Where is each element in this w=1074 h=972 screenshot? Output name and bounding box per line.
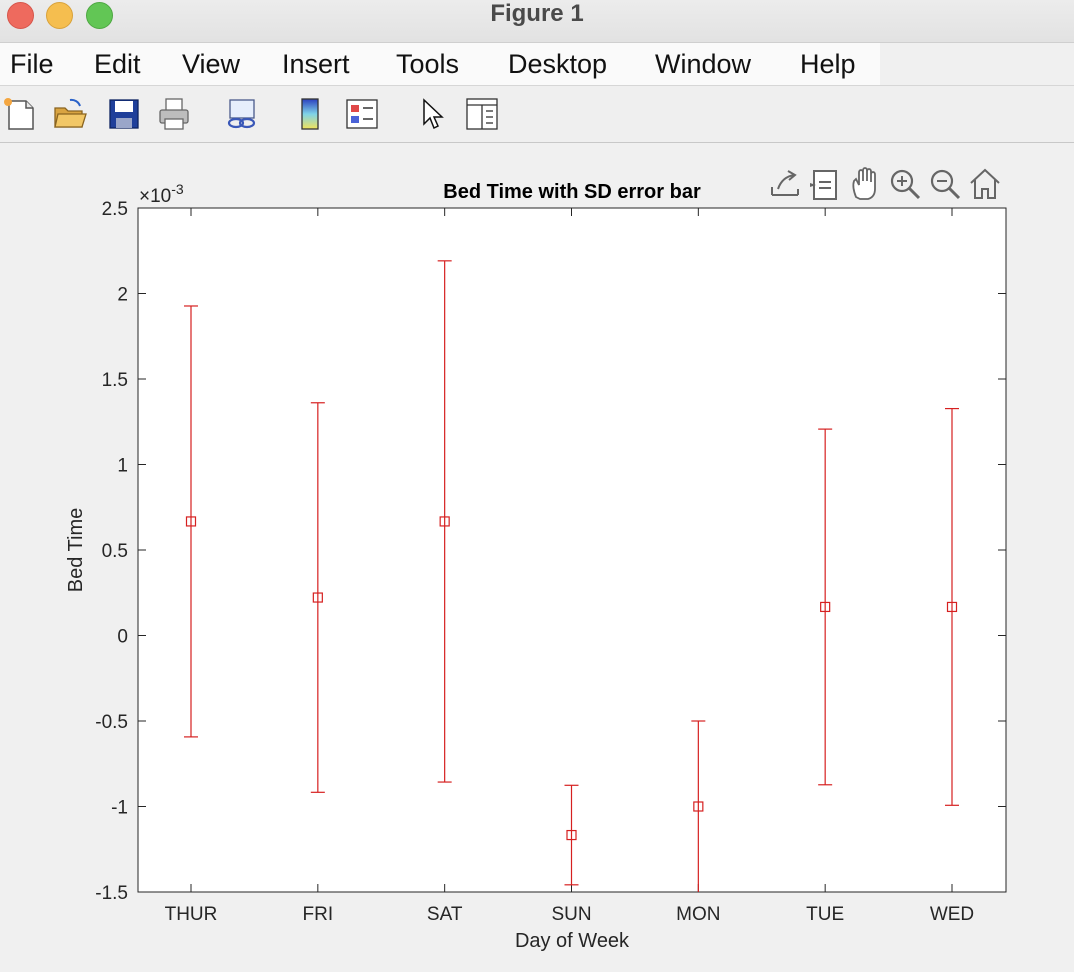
x-axis-label: Day of Week xyxy=(515,930,630,952)
y-tick-label: 0.5 xyxy=(102,541,128,562)
chart-title: Bed Time with SD error bar xyxy=(443,181,701,203)
menu-edit[interactable]: Edit xyxy=(94,43,141,85)
legend-icon[interactable] xyxy=(344,96,380,132)
y-axis-label: Bed Time xyxy=(65,508,87,592)
y-tick-label: 0 xyxy=(117,627,128,648)
x-tick-label: SUN xyxy=(551,904,591,925)
colorbar-icon[interactable] xyxy=(292,96,328,132)
link-plot-icon[interactable] xyxy=(224,96,260,132)
y-tick-label: -1 xyxy=(111,798,128,819)
window-title: Figure 1 xyxy=(490,0,584,27)
y-tick-label: -1.5 xyxy=(95,883,128,904)
x-tick-label: FRI xyxy=(303,904,334,925)
x-tick-label: MON xyxy=(676,904,720,925)
y-exponent-label: ×10-3 xyxy=(139,181,184,207)
y-tick-label: 2.5 xyxy=(102,199,128,220)
property-inspector-icon[interactable] xyxy=(464,96,500,132)
menu-view[interactable]: View xyxy=(182,43,240,85)
open-file-icon[interactable] xyxy=(52,96,88,132)
menu-insert[interactable]: Insert xyxy=(282,43,350,85)
menu-bar: File Edit View Insert Tools Desktop Wind… xyxy=(0,43,880,86)
print-icon[interactable] xyxy=(156,96,192,132)
x-tick-label: WED xyxy=(930,904,974,925)
new-figure-icon[interactable] xyxy=(2,96,38,132)
x-tick-label: SAT xyxy=(427,904,463,925)
y-tick-label: 1 xyxy=(117,456,128,477)
menu-bar-filler xyxy=(880,43,1074,86)
save-icon[interactable] xyxy=(106,96,142,132)
y-tick-label: 1.5 xyxy=(102,370,128,391)
figure-toolbar xyxy=(0,86,1074,143)
menu-window[interactable]: Window xyxy=(655,43,751,85)
menu-help[interactable]: Help xyxy=(800,43,856,85)
edit-plot-icon[interactable] xyxy=(414,96,450,132)
menu-tools[interactable]: Tools xyxy=(396,43,459,85)
y-tick-label: 2 xyxy=(117,285,128,306)
x-tick-label: THUR xyxy=(165,904,218,925)
window-titlebar: Figure 1 xyxy=(0,0,1074,43)
menu-file[interactable]: File xyxy=(10,43,54,85)
y-tick-label: -0.5 xyxy=(95,712,128,733)
errorbar-chart: Bed Time with SD error bar ×10-3 Day of … xyxy=(65,181,1007,952)
x-tick-label: TUE xyxy=(806,904,844,925)
menu-desktop[interactable]: Desktop xyxy=(508,43,607,85)
